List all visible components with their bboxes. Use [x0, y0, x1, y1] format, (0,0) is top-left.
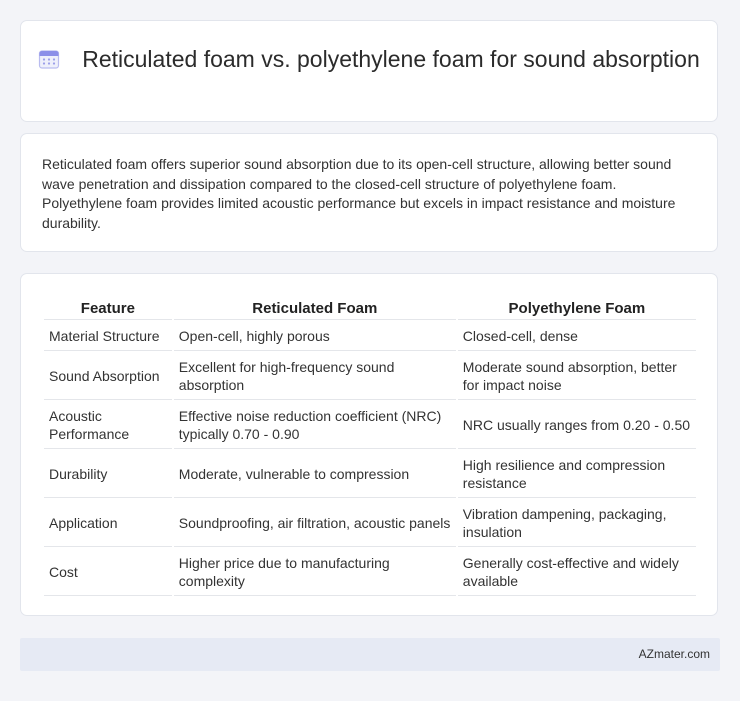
- table-row: Application Soundproofing, air filtratio…: [44, 499, 696, 547]
- table-row: Cost Higher price due to manufacturing c…: [44, 548, 696, 596]
- title-card: Reticulated foam vs. polyethylene foam f…: [20, 20, 718, 122]
- table-row: Durability Moderate, vulnerable to compr…: [44, 450, 696, 498]
- comparison-table: Feature Reticulated Foam Polyethylene Fo…: [42, 296, 698, 597]
- table-row: Sound Absorption Excellent for high-freq…: [44, 352, 696, 400]
- polyethylene-value: Closed-cell, dense: [457, 321, 696, 351]
- row-feature: Application: [44, 499, 172, 547]
- row-feature: Durability: [44, 450, 172, 498]
- footer-bar: AZmater.com: [20, 638, 720, 671]
- polyethylene-value: Generally cost-effective and widely avai…: [457, 548, 696, 596]
- calendar-icon: [38, 48, 60, 70]
- comparison-card: Feature Reticulated Foam Polyethylene Fo…: [20, 273, 718, 616]
- polyethylene-value: Moderate sound absorption, better for im…: [457, 352, 696, 400]
- row-feature: Material Structure: [44, 321, 172, 351]
- reticulated-value: Higher price due to manufacturing comple…: [173, 548, 456, 596]
- reticulated-value: Moderate, vulnerable to compression: [173, 450, 456, 498]
- summary-card: Reticulated foam offers superior sound a…: [20, 133, 718, 252]
- reticulated-value: Open-cell, highly porous: [173, 321, 456, 351]
- table-row: Material Structure Open-cell, highly por…: [44, 321, 696, 351]
- reticulated-value: Effective noise reduction coefficient (N…: [173, 401, 456, 449]
- table-row: Acoustic Performance Effective noise red…: [44, 401, 696, 449]
- polyethylene-value: High resilience and compression resistan…: [457, 450, 696, 498]
- row-feature: Sound Absorption: [44, 352, 172, 400]
- header-feature: Feature: [44, 297, 172, 320]
- row-feature: Cost: [44, 548, 172, 596]
- table-header-row: Feature Reticulated Foam Polyethylene Fo…: [44, 297, 696, 320]
- footer-site-link[interactable]: AZmater.com: [639, 647, 710, 661]
- header-polyethylene-foam: Polyethylene Foam: [457, 297, 696, 320]
- polyethylene-value: Vibration dampening, packaging, insulati…: [457, 499, 696, 547]
- polyethylene-value: NRC usually ranges from 0.20 - 0.50: [457, 401, 696, 449]
- reticulated-value: Soundproofing, air filtration, acoustic …: [173, 499, 456, 547]
- summary-paragraph: Reticulated foam offers superior sound a…: [42, 156, 676, 231]
- reticulated-value: Excellent for high-frequency sound absor…: [173, 352, 456, 400]
- row-feature: Acoustic Performance: [44, 401, 172, 449]
- page-title: Reticulated foam vs. polyethylene foam f…: [82, 46, 700, 72]
- page-title-wrap: Reticulated foam vs. polyethylene foam f…: [21, 45, 717, 74]
- header-reticulated-foam: Reticulated Foam: [173, 297, 456, 320]
